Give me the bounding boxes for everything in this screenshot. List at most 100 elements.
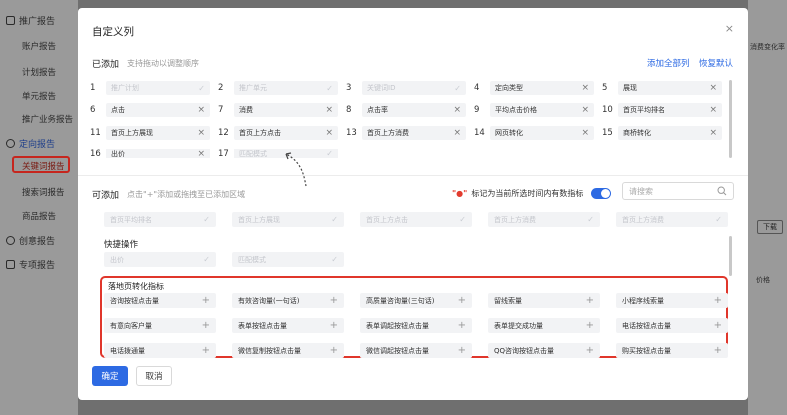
search-input[interactable]: 请搜索 bbox=[622, 182, 734, 200]
remove-icon[interactable]: × bbox=[581, 83, 589, 93]
sidebar-group-special[interactable]: 专项报告 bbox=[6, 258, 55, 271]
added-column-item[interactable]: 12 首页上方点击 × bbox=[218, 126, 338, 140]
restore-default-link[interactable]: 恢复默认 bbox=[699, 57, 733, 69]
column-chip[interactable]: 推广计划 ✓ bbox=[106, 81, 210, 95]
remove-icon[interactable]: × bbox=[709, 105, 717, 115]
available-column-item[interactable]: 首页上方消费 ✓ bbox=[616, 212, 728, 227]
remove-icon[interactable]: × bbox=[325, 128, 333, 138]
added-column-item[interactable]: 1 推广计划 ✓ bbox=[90, 81, 210, 95]
sidebar-item-unit[interactable]: 单元报告 bbox=[22, 90, 56, 102]
added-column-item[interactable]: 16 出价 × bbox=[90, 149, 210, 158]
quick-action-item[interactable]: 出价 ✓ bbox=[104, 252, 216, 267]
column-chip[interactable]: 首页平均排名 × bbox=[618, 103, 722, 117]
plus-icon[interactable]: + bbox=[458, 345, 466, 356]
column-chip[interactable]: 点击率 × bbox=[362, 103, 466, 117]
remove-icon[interactable]: × bbox=[709, 128, 717, 138]
conversion-metric-item[interactable]: 电话拨通量 + bbox=[104, 343, 216, 358]
conversion-metric-item[interactable]: 电话按钮点击量 + bbox=[616, 318, 728, 333]
added-column-item[interactable]: 5 展现 × bbox=[602, 81, 722, 95]
plus-icon[interactable]: + bbox=[586, 320, 594, 331]
cancel-button[interactable]: 取消 bbox=[136, 366, 172, 386]
plus-icon[interactable]: + bbox=[714, 345, 722, 356]
plus-icon[interactable]: + bbox=[202, 295, 210, 306]
column-chip[interactable]: 出价 × bbox=[106, 149, 210, 158]
sidebar-item-product[interactable]: 商品报告 bbox=[22, 210, 56, 222]
conversion-metric-item[interactable]: 表单调起按钮点击量 + bbox=[360, 318, 472, 333]
column-chip[interactable]: 商桥转化 × bbox=[618, 126, 722, 140]
conversion-metric-item[interactable]: 微信复制按钮点击量 + bbox=[232, 343, 344, 358]
conversion-metric-item[interactable]: QQ咨询按钮点击量 + bbox=[488, 343, 600, 358]
added-scrollbar[interactable] bbox=[729, 80, 732, 158]
added-column-item[interactable]: 7 消费 × bbox=[218, 103, 338, 117]
plus-icon[interactable]: + bbox=[586, 345, 594, 356]
confirm-button[interactable]: 确定 bbox=[92, 366, 128, 386]
column-chip[interactable]: 定向类型 × bbox=[490, 81, 594, 95]
column-chip[interactable]: 首页上方点击 × bbox=[234, 126, 338, 140]
available-column-item[interactable]: 首页平均排名 ✓ bbox=[104, 212, 216, 227]
available-column-item[interactable]: 首页上方消费 ✓ bbox=[488, 212, 600, 227]
plus-icon[interactable]: + bbox=[202, 345, 210, 356]
added-column-item[interactable]: 8 点击率 × bbox=[346, 103, 466, 117]
remove-icon[interactable]: × bbox=[453, 105, 461, 115]
remove-icon[interactable]: × bbox=[581, 128, 589, 138]
sidebar-item-keyword[interactable]: 关键词报告 bbox=[22, 160, 65, 172]
conversion-metric-item[interactable]: 微信调起按钮点击量 + bbox=[360, 343, 472, 358]
conversion-metric-item[interactable]: 有意向客户量 + bbox=[104, 318, 216, 333]
added-column-item[interactable]: 10 首页平均排名 × bbox=[602, 103, 722, 117]
added-column-item[interactable]: 14 网页转化 × bbox=[474, 126, 594, 140]
data-indicator-toggle[interactable] bbox=[591, 188, 612, 199]
plus-icon[interactable]: + bbox=[458, 320, 466, 331]
conversion-metric-item[interactable]: 表单按钮点击量 + bbox=[232, 318, 344, 333]
conversion-metric-item[interactable]: 咨询按钮点击量 + bbox=[104, 293, 216, 308]
sidebar-item-search-term[interactable]: 搜索词报告 bbox=[22, 186, 65, 198]
conversion-metric-item[interactable]: 有效咨询量(一句话) + bbox=[232, 293, 344, 308]
remove-icon[interactable]: × bbox=[709, 83, 717, 93]
column-chip[interactable]: 平均点击价格 × bbox=[490, 103, 594, 117]
column-chip[interactable]: 首页上方展现 × bbox=[106, 126, 210, 140]
plus-icon[interactable]: + bbox=[202, 320, 210, 331]
added-column-item[interactable]: 11 首页上方展现 × bbox=[90, 126, 210, 140]
plus-icon[interactable]: + bbox=[458, 295, 466, 306]
added-column-item[interactable]: 6 点击 × bbox=[90, 103, 210, 117]
add-all-columns-link[interactable]: 添加全部列 bbox=[647, 57, 690, 69]
added-column-item[interactable]: 4 定向类型 × bbox=[474, 81, 594, 95]
plus-icon[interactable]: + bbox=[330, 320, 338, 331]
column-chip[interactable]: 推广单元 ✓ bbox=[234, 81, 338, 95]
remove-icon[interactable]: × bbox=[581, 105, 589, 115]
column-chip[interactable]: 点击 × bbox=[106, 103, 210, 117]
remove-icon[interactable]: × bbox=[453, 128, 461, 138]
remove-icon[interactable]: × bbox=[325, 105, 333, 115]
added-column-item[interactable]: 15 商桥转化 × bbox=[602, 126, 722, 140]
added-column-item[interactable]: 2 推广单元 ✓ bbox=[218, 81, 338, 95]
available-column-item[interactable]: 首页上方展现 ✓ bbox=[232, 212, 344, 227]
column-chip[interactable]: 关键词ID ✓ bbox=[362, 81, 466, 95]
sidebar-group-targeting[interactable]: 定向报告 bbox=[6, 137, 55, 150]
available-column-item[interactable]: 首页上方点击 ✓ bbox=[360, 212, 472, 227]
plus-icon[interactable]: + bbox=[714, 295, 722, 306]
column-chip[interactable]: 首页上方消费 × bbox=[362, 126, 466, 140]
sidebar-item-business[interactable]: 推广业务报告 bbox=[22, 113, 73, 125]
conversion-metric-item[interactable]: 高质量咨询量(三句话) + bbox=[360, 293, 472, 308]
conversion-metric-item[interactable]: 购买按钮点击量 + bbox=[616, 343, 728, 358]
sidebar-item-plan[interactable]: 计划报告 bbox=[22, 66, 56, 78]
added-column-item[interactable]: 13 首页上方消费 × bbox=[346, 126, 466, 140]
remove-icon[interactable]: × bbox=[197, 105, 205, 115]
plus-icon[interactable]: + bbox=[586, 295, 594, 306]
conversion-metric-item[interactable]: 小程序线索量 + bbox=[616, 293, 728, 308]
plus-icon[interactable]: + bbox=[714, 320, 722, 331]
quick-action-item[interactable]: 匹配模式 ✓ bbox=[232, 252, 344, 267]
close-icon[interactable]: × bbox=[725, 22, 734, 35]
available-scrollbar[interactable] bbox=[729, 236, 732, 276]
added-column-item[interactable]: 9 平均点击价格 × bbox=[474, 103, 594, 117]
download-button[interactable]: 下载 bbox=[757, 220, 783, 234]
added-column-item[interactable]: 3 关键词ID ✓ bbox=[346, 81, 466, 95]
plus-icon[interactable]: + bbox=[330, 295, 338, 306]
column-chip[interactable]: 展现 × bbox=[618, 81, 722, 95]
plus-icon[interactable]: + bbox=[330, 345, 338, 356]
column-chip[interactable]: 消费 × bbox=[234, 103, 338, 117]
remove-icon[interactable]: × bbox=[197, 149, 205, 158]
conversion-metric-item[interactable]: 表单提交成功量 + bbox=[488, 318, 600, 333]
remove-icon[interactable]: × bbox=[197, 128, 205, 138]
conversion-metric-item[interactable]: 留线索量 + bbox=[488, 293, 600, 308]
sidebar-group-creative[interactable]: 创意报告 bbox=[6, 234, 55, 247]
